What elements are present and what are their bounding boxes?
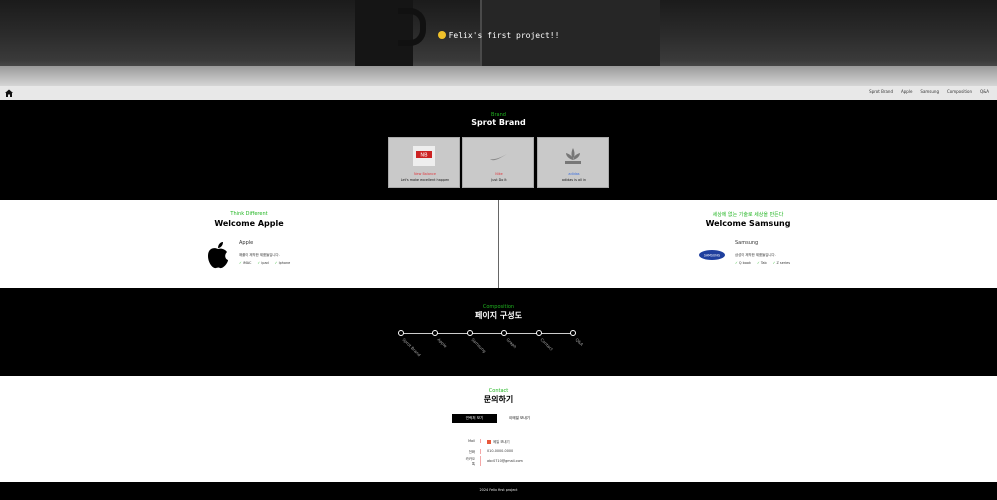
nav-menu: Sprot Brand Apple Samsung Composition Q&… — [869, 89, 989, 94]
composition-timeline-line — [401, 333, 573, 334]
adidas-trefoil-icon — [562, 146, 584, 166]
contact-row-kakao: 카카오톡 abc0710@gmail.com — [464, 456, 554, 466]
timeline-step-label: Q&A — [574, 337, 585, 347]
footer-text: 2024 Felix first project — [479, 488, 518, 492]
contact-row-key: 전화 — [464, 448, 481, 454]
hero-mug-handle — [398, 8, 426, 46]
nav-item-sprot-brand[interactable]: Sprot Brand — [869, 89, 893, 94]
smiling-face-with-sunglasses-icon — [437, 31, 446, 39]
samsung-product-list: Q book Tab Z series — [735, 261, 790, 265]
timeline-step-label: Graph — [505, 337, 518, 350]
apple-product-list: iMAC ipad Iphone — [239, 261, 290, 265]
samsung-logo-icon: SAMSUNG — [699, 250, 725, 260]
hero-banner: Felix's first project!! — [0, 0, 997, 86]
contact-row-value: 메일 보내기 — [493, 439, 510, 444]
brand-card-adidas[interactable]: adidas adidas is all in — [537, 137, 609, 188]
brand-heading: Brand Sprot Brand — [0, 112, 997, 127]
apple-product-item: Iphone — [275, 261, 291, 265]
footer: 2024 Felix first project — [0, 482, 997, 500]
composition-heading: Composition 페이지 구성도 — [0, 304, 997, 321]
mail-link[interactable]: 메일 보내기 — [481, 439, 510, 444]
nike-swoosh-icon — [487, 146, 509, 166]
timeline-dot — [467, 330, 473, 336]
samsung-product-item: Tab — [757, 261, 767, 265]
samsung-desc: 삼성이 제작한 제품들입니다. — [735, 253, 776, 257]
apple-product-item: ipad — [257, 261, 268, 265]
home-icon[interactable] — [4, 88, 14, 98]
composition-section: Composition 페이지 구성도 Sprot Brand Apple Sa… — [0, 288, 997, 376]
apple-small-title: Think Different — [230, 211, 268, 217]
brand-title: Sprot Brand — [471, 118, 526, 127]
brand-card-sub: New Balance — [414, 172, 436, 176]
svg-text:SAMSUNG: SAMSUNG — [704, 253, 721, 257]
timeline-dot — [536, 330, 542, 336]
contact-row-value: abc0710@gmail.com — [487, 459, 523, 463]
page: Felix's first project!! Sprot Brand Appl… — [0, 0, 997, 500]
composition-title: 페이지 구성도 — [475, 311, 522, 320]
contact-info-list: Mail 메일 보내기 전화 010-0000-0000 카카오톡 abc071… — [464, 436, 554, 466]
timeline-step-label: Sprot Brand — [401, 337, 422, 358]
nav-item-qna[interactable]: Q&A — [980, 89, 989, 94]
samsung-product-item: Q book — [735, 261, 751, 265]
contact-tabs: 연락처 보기 이메일 보내기 — [452, 414, 542, 423]
contact-section: Contact 문의하기 연락처 보기 이메일 보내기 Mail 메일 보내기 … — [0, 376, 997, 482]
apple-panel: Think Different Welcome Apple Apple 애플이 … — [0, 200, 498, 288]
hero-title-text: Felix's first project!! — [448, 31, 560, 40]
nav-item-composition[interactable]: Composition — [947, 89, 972, 94]
contact-row-mail: Mail 메일 보내기 — [464, 436, 554, 446]
brand-card-nike[interactable]: Nike Just Do It — [462, 137, 534, 188]
samsung-product-item: Z series — [773, 261, 790, 265]
brand-card-name: Let's make excellent happen — [400, 178, 450, 182]
brand-section: Brand Sprot Brand NB New Balance Let's m… — [0, 100, 997, 200]
svg-text:NB: NB — [420, 153, 428, 159]
brand-card-name: Just Do It — [491, 178, 507, 182]
apple-product-item: iMAC — [239, 261, 252, 265]
new-balance-logo-icon: NB — [413, 146, 435, 166]
tab-contact-info[interactable]: 연락처 보기 — [452, 414, 497, 423]
apple-logo-icon — [208, 242, 228, 269]
samsung-small-title: 세상에 없는 기술로 세상을 만든다 — [712, 212, 784, 218]
contact-row-key: 카카오톡 — [464, 456, 481, 466]
top-nav: Sprot Brand Apple Samsung Composition Q&… — [0, 86, 997, 100]
contact-row-value: 010-0000-0000 — [487, 449, 514, 453]
tab-send-email[interactable]: 이메일 보내기 — [497, 414, 542, 423]
brand-card-name: adidas is all in — [561, 178, 587, 182]
nav-item-apple[interactable]: Apple — [901, 89, 912, 94]
mail-icon — [487, 439, 491, 444]
timeline-step-label: Samsung — [470, 337, 488, 354]
brand-card-sub: adidas — [568, 172, 580, 176]
timeline-dot — [398, 330, 404, 336]
hero-title: Felix's first project!! — [0, 31, 997, 40]
samsung-name: Samsung — [735, 240, 759, 246]
timeline-step-label: Apple — [436, 337, 449, 349]
timeline-dot — [570, 330, 576, 336]
hero-desk — [0, 66, 997, 86]
timeline-dot — [432, 330, 438, 336]
contact-heading: Contact 문의하기 — [0, 388, 997, 405]
samsung-title: Welcome Samsung — [705, 219, 791, 228]
brand-card-sub: Nike — [495, 172, 503, 176]
contact-title: 문의하기 — [483, 395, 514, 404]
apple-title: Welcome Apple — [214, 219, 284, 228]
brand-card-new-balance[interactable]: NB New Balance Let's make excellent happ… — [388, 137, 460, 188]
welcome-section: Think Different Welcome Apple Apple 애플이 … — [0, 200, 997, 288]
apple-name: Apple — [239, 240, 254, 246]
samsung-panel: 세상에 없는 기술로 세상을 만든다 Welcome Samsung SAMSU… — [499, 200, 997, 288]
nav-item-samsung[interactable]: Samsung — [920, 89, 939, 94]
contact-row-key: Mail — [464, 439, 481, 443]
apple-desc: 애플이 제작한 제품들입니다. — [239, 253, 280, 257]
contact-row-phone: 전화 010-0000-0000 — [464, 446, 554, 456]
timeline-dot — [501, 330, 507, 336]
timeline-step-label: Contact — [539, 337, 555, 352]
